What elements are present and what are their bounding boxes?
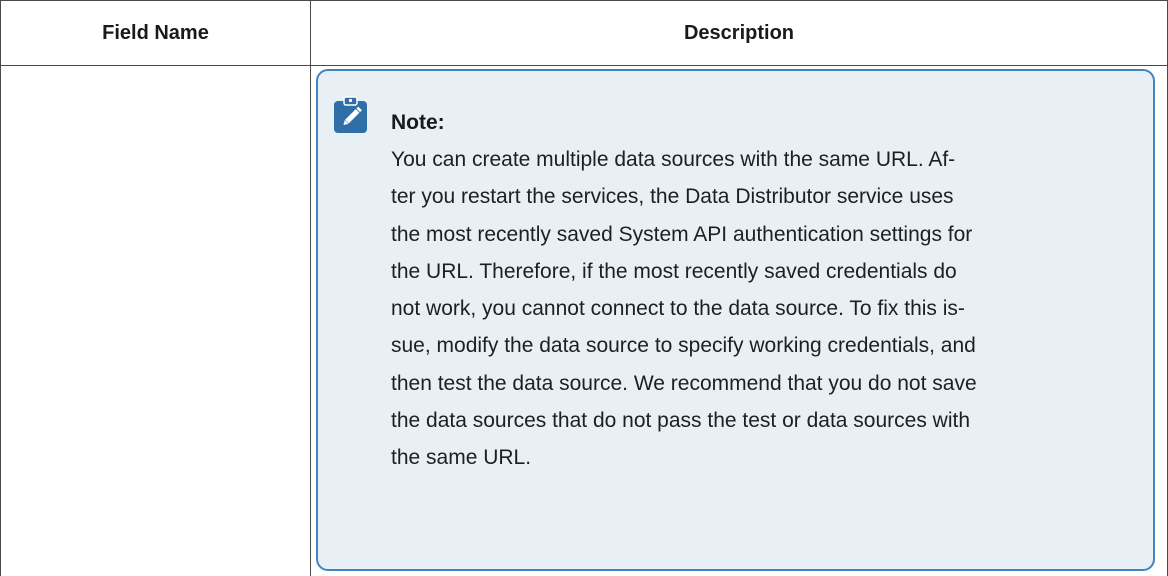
- note-line: the data sources that do not pass the te…: [391, 402, 1139, 439]
- document-page: Field Name Description: [0, 0, 1168, 571]
- note-line: not work, you cannot connect to the data…: [391, 290, 1139, 327]
- field-description-table: Field Name Description: [0, 0, 1168, 576]
- description-cell: Note: You can create multiple data sourc…: [311, 66, 1168, 576]
- note-line: sue, modify the data source to specify w…: [391, 327, 1139, 364]
- note-line: the same URL.: [391, 439, 1139, 476]
- note-body: You can create multiple data sources wit…: [391, 141, 1139, 477]
- note-callout: Note: You can create multiple data sourc…: [316, 69, 1155, 571]
- note-pencil-icon: [333, 96, 368, 134]
- table-header: Field Name Description: [1, 1, 1168, 66]
- column-header-field-name: Field Name: [1, 1, 311, 66]
- note-line: ter you restart the services, the Data D…: [391, 178, 1139, 215]
- note-line: the most recently saved System API authe…: [391, 216, 1139, 253]
- note-line: You can create multiple data sources wit…: [391, 141, 1139, 178]
- table-body: Note: You can create multiple data sourc…: [1, 66, 1168, 576]
- note-line: the URL. Therefore, if the most recently…: [391, 253, 1139, 290]
- table-header-row: Field Name Description: [1, 1, 1168, 66]
- table-row: Note: You can create multiple data sourc…: [1, 66, 1168, 576]
- note-title: Note:: [391, 108, 1139, 138]
- field-name-cell: [1, 66, 311, 576]
- column-header-description: Description: [311, 1, 1168, 66]
- note-line: then test the data source. We recommend …: [391, 365, 1139, 402]
